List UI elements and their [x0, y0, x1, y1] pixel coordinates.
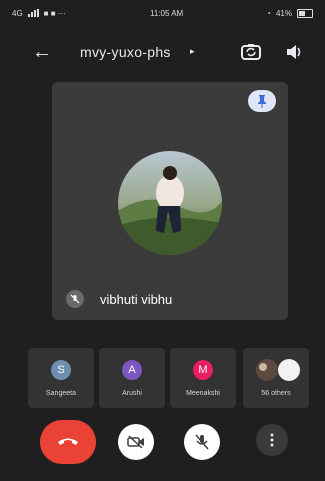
wifi-icon: ◔ [266, 8, 271, 18]
participants-strip: S Sangeeta A Arushi M Meenakshi 56 other… [0, 348, 325, 408]
main-video-tile[interactable]: vibhuti vibhu [52, 82, 288, 320]
participant-avatar: A [122, 360, 142, 380]
battery-percent: 41% [275, 8, 292, 18]
participant-avatar: S [51, 360, 71, 380]
more-options-button[interactable] [256, 424, 288, 456]
meeting-header: ← mvy-yuxo-phs ▸ [0, 30, 325, 74]
back-arrow-icon[interactable]: ← [32, 42, 52, 62]
speaker-icon[interactable] [284, 42, 304, 62]
more-vertical-icon [270, 433, 274, 447]
pin-button[interactable] [248, 90, 276, 112]
switch-camera-icon[interactable] [240, 42, 262, 62]
end-call-button[interactable] [40, 420, 96, 464]
status-time: 11:05 AM [150, 8, 184, 18]
participant-avatar [118, 151, 222, 255]
participant-tile-meenakshi[interactable]: M Meenakshi [170, 348, 236, 408]
battery-icon [297, 8, 313, 18]
participant-tile-others[interactable]: 56 others [243, 348, 309, 408]
participant-label: Meenakshi [186, 390, 220, 397]
network-label: 4G [12, 8, 23, 18]
mic-off-icon [195, 434, 209, 450]
call-controls [0, 420, 325, 470]
participant-avatar: M [193, 360, 213, 380]
participant-name: vibhuti vibhu [100, 292, 173, 307]
participant-label: 56 others [261, 390, 291, 397]
signal-icon [27, 9, 39, 17]
status-left: 4G ■ ■ ··· [12, 9, 66, 18]
notification-icons: ■ ■ ··· [43, 8, 66, 18]
end-call-icon [58, 438, 78, 445]
camera-off-icon [127, 435, 144, 449]
status-right: ◔ 41% [266, 8, 313, 18]
participant-tile-sangeeta[interactable]: S Sangeeta [28, 348, 94, 408]
pin-icon [258, 95, 266, 108]
mic-muted-icon [66, 290, 84, 308]
mic-toggle-button[interactable] [184, 424, 220, 460]
camera-toggle-button[interactable] [118, 424, 154, 460]
status-bar: 4G ■ ■ ··· 11:05 AM ◔ 41% [0, 0, 325, 26]
participant-label: Sangeeta [46, 390, 76, 397]
others-avatars [253, 357, 303, 383]
title-caret-icon[interactable]: ▸ [190, 46, 195, 57]
participant-tile-arushi[interactable]: A Arushi [99, 348, 165, 408]
participant-label: Arushi [122, 390, 142, 397]
meeting-title[interactable]: mvy-yuxo-phs [80, 44, 171, 60]
